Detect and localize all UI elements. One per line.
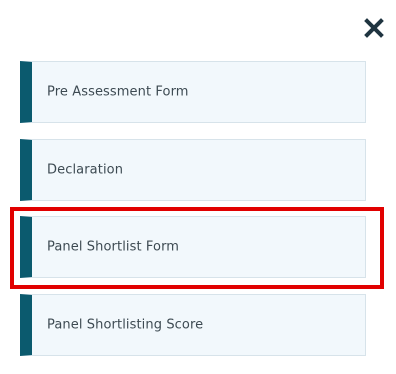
close-icon — [364, 18, 384, 38]
menu-item-panel-shortlist-form[interactable]: Panel Shortlist Form — [20, 216, 366, 278]
menu-item-label: Declaration — [47, 162, 124, 178]
menu-item-panel-shortlisting-score[interactable]: Panel Shortlisting Score — [20, 294, 366, 356]
menu-item-pre-assessment-form[interactable]: Pre Assessment Form — [20, 61, 366, 123]
menu-item-label: Pre Assessment Form — [47, 84, 189, 100]
menu-item-label: Panel Shortlisting Score — [47, 317, 204, 333]
menu-item-declaration[interactable]: Declaration — [20, 139, 366, 201]
menu-item-label: Panel Shortlist Form — [47, 239, 180, 255]
form-menu-panel: Pre Assessment Form Declaration Panel Sh… — [0, 0, 396, 374]
close-button[interactable] — [362, 16, 386, 40]
